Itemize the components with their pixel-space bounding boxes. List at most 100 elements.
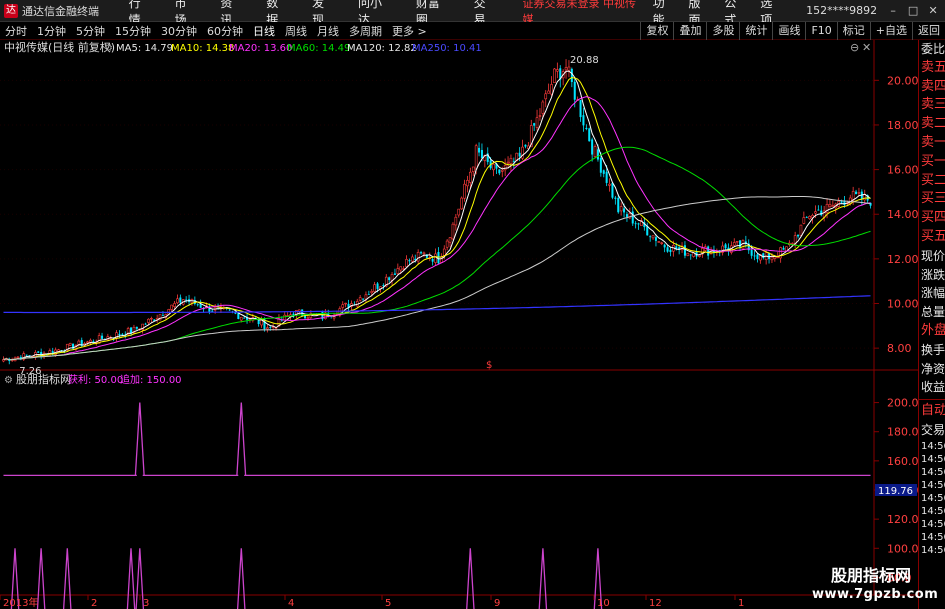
quote-label-buy4[interactable]: 买四 <box>919 209 945 228</box>
candle-body <box>634 223 637 225</box>
quote-label-netasset[interactable]: 净资 <box>919 360 945 379</box>
main-chart-header: 中视传媒(日线 前复权) ⚙ MA5: 14.79 MA10: 14.38 MA… <box>4 40 871 54</box>
tool-huaxian[interactable]: 画线 <box>772 21 805 40</box>
candle-body <box>492 163 495 171</box>
period-tab-60min[interactable]: 60分钟 <box>202 23 248 39</box>
tick-time-list: 14:56 14:56 14:56 14:56 14:56 14:56 14:5… <box>919 440 945 557</box>
minimize-icon[interactable]: – <box>885 4 901 18</box>
quote-label-buy3[interactable]: 买三 <box>919 190 945 209</box>
candle-body <box>147 318 150 323</box>
quote-label-buy1[interactable]: 买一 <box>919 153 945 172</box>
period-tab-monthly[interactable]: 月线 <box>312 23 344 39</box>
trade-label[interactable]: 交易 <box>919 421 945 440</box>
candle-body <box>16 356 20 359</box>
candle-body <box>196 304 199 306</box>
tool-diejia[interactable]: 叠加 <box>673 21 706 40</box>
y-tick-label: 10.00 <box>887 298 918 311</box>
candle-body <box>420 252 423 254</box>
tool-fanhui[interactable]: 返回 <box>912 21 945 40</box>
quote-labels: 委比 卖五 卖四 卖三 卖二 卖一 买一 买二 买三 买四 买五 现价 涨跌 涨… <box>919 40 945 397</box>
quote-label-price[interactable]: 现价 <box>919 247 945 266</box>
period-tab-30min[interactable]: 30分钟 <box>156 23 202 39</box>
event-marker[interactable]: $ <box>486 360 492 371</box>
quote-label-volume[interactable]: 总量 <box>919 303 945 322</box>
candle-body <box>596 149 599 160</box>
quote-label-pct[interactable]: 涨幅 <box>919 284 945 303</box>
candle-body <box>570 68 573 82</box>
quote-label-change[interactable]: 涨跌 <box>919 266 945 285</box>
quote-label-mai4[interactable]: 卖四 <box>919 78 945 97</box>
candle-body <box>637 223 640 225</box>
tool-f10[interactable]: F10 <box>805 21 836 40</box>
indicator-settings-icon[interactable]: ⚙ <box>4 375 13 386</box>
tick-time: 14:56 <box>921 505 945 517</box>
quote-label-mai1[interactable]: 卖一 <box>919 134 945 153</box>
close-panel-icon[interactable]: ✕ <box>862 41 871 54</box>
high-price-label: 20.88 <box>570 55 599 66</box>
brand-name: 股朋指标网 <box>830 566 911 585</box>
candle-body <box>533 123 536 126</box>
tool-fuquan[interactable]: 复权 <box>640 21 673 40</box>
candlestick-series <box>2 59 872 365</box>
maximize-icon[interactable]: □ <box>905 4 921 18</box>
tool-tongji[interactable]: 统计 <box>739 21 772 40</box>
candle-body <box>666 247 669 252</box>
settings-icon[interactable]: ⚙ <box>104 43 113 54</box>
candle-body <box>358 297 362 301</box>
candle-body <box>170 304 173 310</box>
candle-body <box>585 127 588 129</box>
candle-body <box>814 211 817 214</box>
indicator-title[interactable]: 股朋指标网 <box>16 372 71 386</box>
candle-body <box>437 251 440 264</box>
period-tab-multi[interactable]: 多周期 <box>344 23 387 39</box>
period-tab-daily[interactable]: 日线 <box>248 23 280 39</box>
quote-label-turnover[interactable]: 换手 <box>919 341 945 360</box>
candle-body <box>524 144 527 147</box>
quote-label-buy2[interactable]: 买二 <box>919 172 945 191</box>
quote-label-weibi[interactable]: 委比 <box>919 40 945 59</box>
candle-body <box>553 68 556 83</box>
period-tab-more[interactable]: 更多 > <box>387 23 432 39</box>
tool-duogu[interactable]: 多股 <box>706 21 739 40</box>
period-tab-5min[interactable]: 5分钟 <box>71 23 110 39</box>
candle-body <box>135 326 138 329</box>
candle-body <box>416 252 420 262</box>
zoom-icon[interactable]: ⊖ <box>850 41 859 54</box>
quote-label-earnings[interactable]: 收益 <box>919 378 945 397</box>
candle-body <box>86 341 89 344</box>
period-toolbar: 分时 1分钟 5分钟 15分钟 30分钟 60分钟 日线 周线 月线 多周期 更… <box>0 21 945 40</box>
candle-body <box>362 298 365 300</box>
user-account[interactable]: 152****9892 <box>806 4 877 17</box>
candle-body <box>388 277 391 281</box>
tool-biaoji[interactable]: 标记 <box>836 21 870 40</box>
quote-label-buy5[interactable]: 买五 <box>919 228 945 247</box>
quote-label-mai5[interactable]: 卖五 <box>919 59 945 78</box>
candle-body <box>625 214 628 217</box>
quote-label-outer[interactable]: 外盘 <box>919 322 945 341</box>
candle-body <box>25 354 28 356</box>
candle-body <box>651 235 655 239</box>
period-tab-1min[interactable]: 1分钟 <box>32 23 71 39</box>
candle-body <box>579 100 582 118</box>
quote-label-mai3[interactable]: 卖三 <box>919 96 945 115</box>
ma10-line <box>3 76 871 361</box>
x-tick-label: 9 <box>494 598 500 609</box>
chart-area[interactable]: 中视传媒(日线 前复权) ⚙ MA5: 14.79 MA10: 14.38 MA… <box>0 40 918 609</box>
candle-body <box>431 258 434 262</box>
candle-body <box>855 191 858 195</box>
auto-trade-label[interactable]: 自动 <box>919 402 945 421</box>
period-tab-weekly[interactable]: 周线 <box>280 23 312 39</box>
indicator-y-tick-label: 200.0 <box>887 397 918 410</box>
period-tab-fenshi[interactable]: 分时 <box>0 23 32 39</box>
quote-label-mai2[interactable]: 卖二 <box>919 115 945 134</box>
candle-body <box>179 297 182 303</box>
candle-body <box>422 252 426 255</box>
candle-body <box>602 170 605 174</box>
ma120-line <box>3 196 871 361</box>
tool-zixuan[interactable]: +自选 <box>869 21 912 40</box>
main-chart-title[interactable]: 中视传媒(日线 前复权) <box>4 40 115 54</box>
x-tick-label: 4 <box>288 598 294 609</box>
close-icon[interactable]: ✕ <box>925 4 941 18</box>
candle-body <box>631 211 634 224</box>
period-tab-15min[interactable]: 15分钟 <box>110 23 156 39</box>
